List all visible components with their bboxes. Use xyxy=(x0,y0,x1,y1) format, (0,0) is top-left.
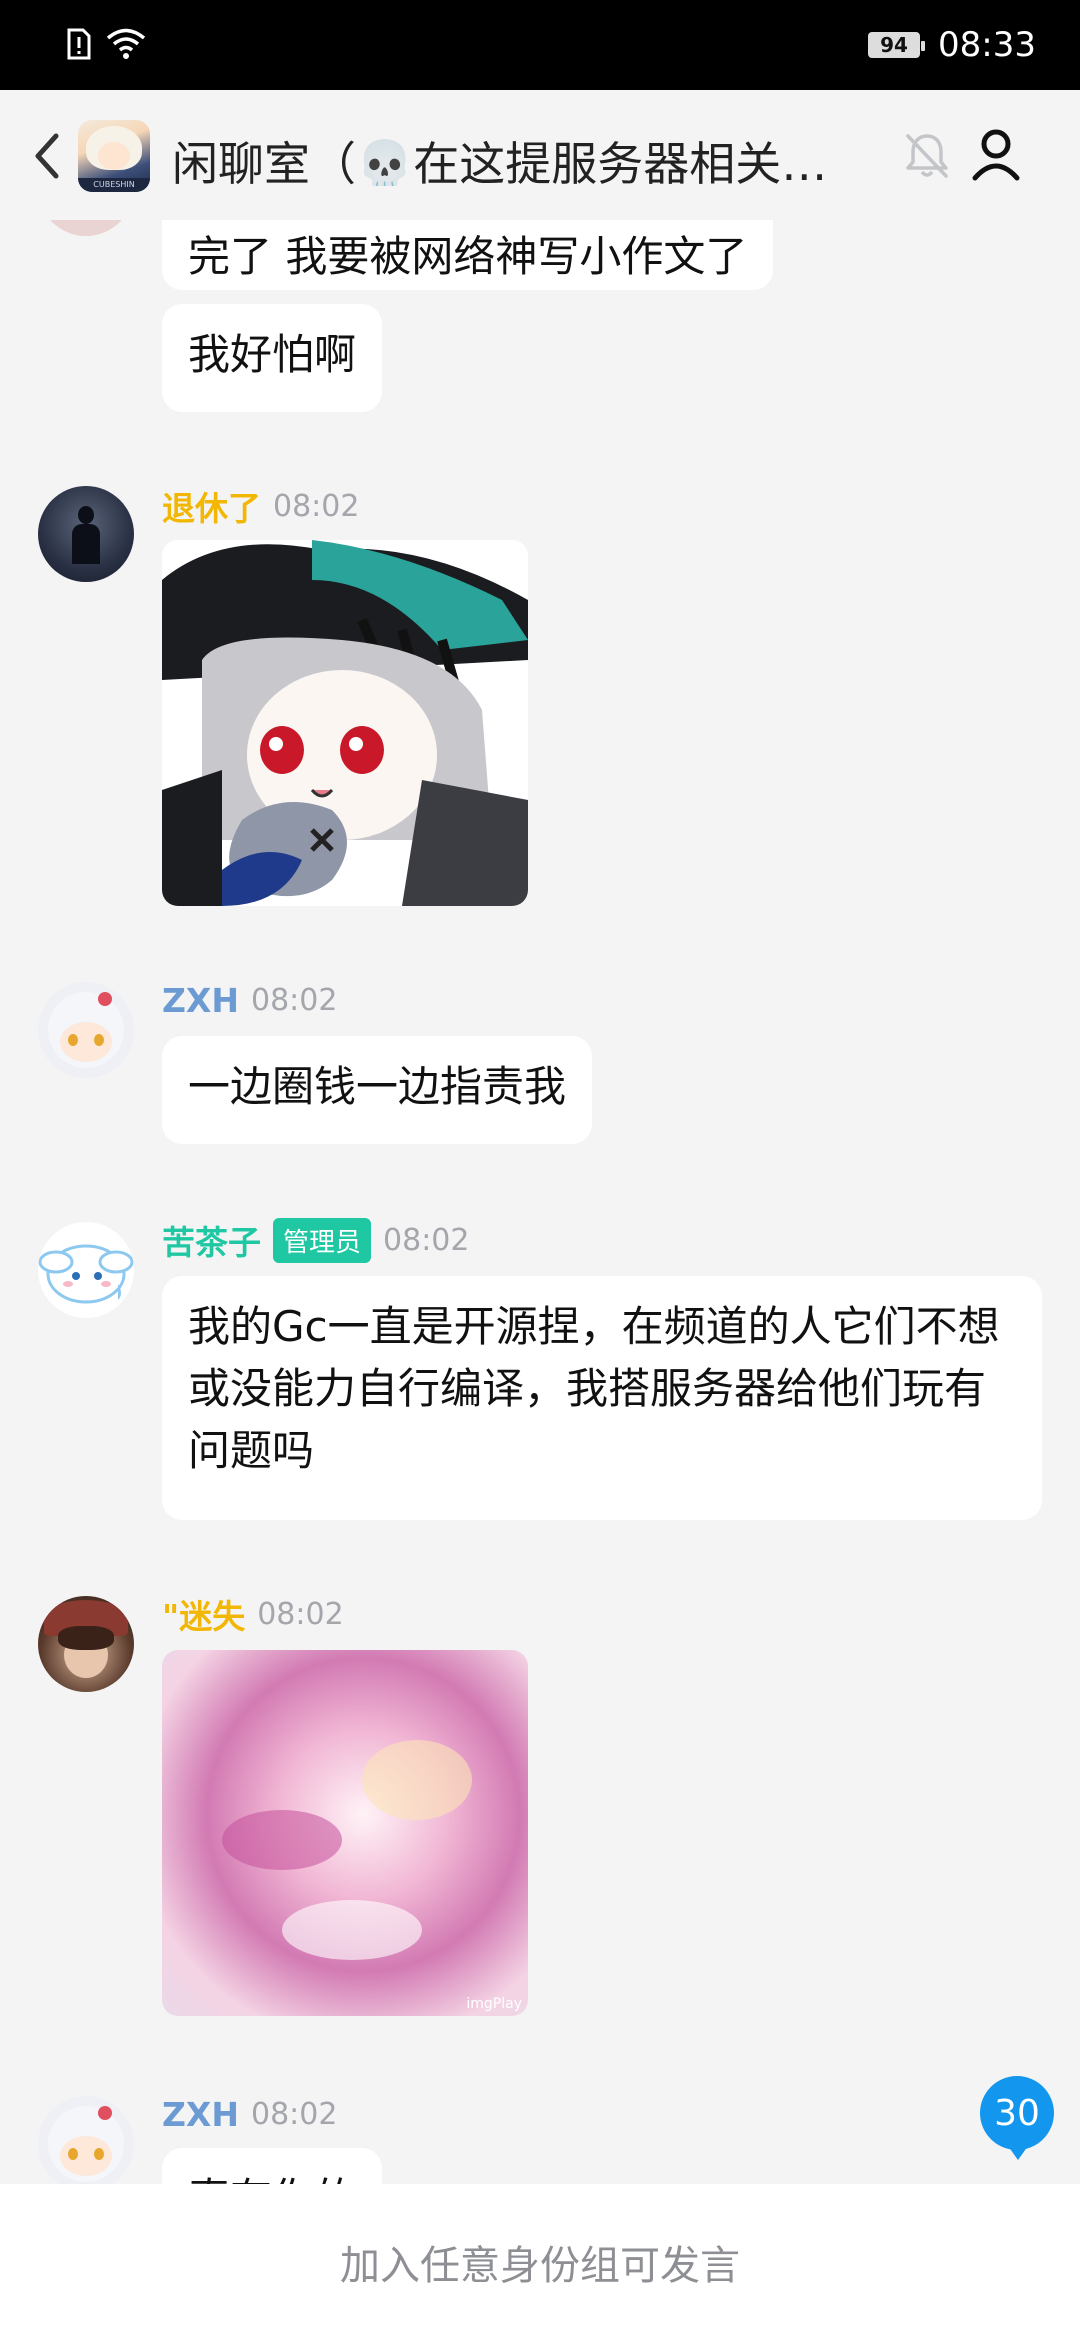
message-bubble[interactable]: 完了 我要被网络神写小作文了 xyxy=(162,220,774,290)
avatar[interactable] xyxy=(38,486,134,582)
message-list[interactable]: 完了 我要被网络神写小作文了 我好怕啊 退休了 08:02 ZXH 08:02 … xyxy=(0,220,1080,2184)
sender-name[interactable]: ZXH xyxy=(162,2095,239,2134)
animated-image[interactable]: imgPlay xyxy=(162,1650,528,2016)
sender-line: ZXH 08:02 xyxy=(162,978,337,1022)
sender-name[interactable]: 苦茶子 xyxy=(162,1216,261,1264)
avatar[interactable] xyxy=(38,220,134,236)
chat-header: CUBESHIN 闲聊室（💀在这提服务器相关问题的会被禁言） xyxy=(0,90,1080,220)
battery-icon: 94 xyxy=(868,32,926,58)
message-time: 08:02 xyxy=(251,2096,338,2132)
message-text: 真有你的 xyxy=(188,2174,356,2184)
wifi-icon xyxy=(106,28,146,59)
message-time: 08:02 xyxy=(273,488,360,524)
avatar[interactable] xyxy=(38,1596,134,1692)
avatar[interactable] xyxy=(38,1222,134,1318)
message-bubble[interactable]: 真有你的 xyxy=(162,2148,383,2184)
sender-line: "迷失 08:02 xyxy=(162,1590,344,1638)
status-right: 94 08:33 xyxy=(868,22,1036,68)
status-left-icons xyxy=(66,24,146,64)
message-text: 我好怕啊 xyxy=(188,330,357,379)
message-time: 08:02 xyxy=(383,1222,470,1258)
input-disabled-bar[interactable]: 加入任意身份组可发言 xyxy=(0,2184,1080,2340)
sender-line: 苦茶子 管理员 08:02 xyxy=(162,1216,470,1264)
message-time: 08:02 xyxy=(251,982,338,1018)
message-bubble[interactable]: 一边圈钱一边指责我 xyxy=(162,1036,593,1144)
message-bubble[interactable]: 我的Gc一直是开源捏，在频道的人它们不想或没能力自行编译，我搭服务器给他们玩有问… xyxy=(162,1276,1042,1520)
status-time: 08:33 xyxy=(938,25,1036,65)
member-icon[interactable] xyxy=(970,126,1022,184)
back-icon[interactable] xyxy=(28,126,68,186)
channel-title[interactable]: 闲聊室（💀在这提服务器相关问题的会被禁言） xyxy=(172,128,852,186)
message-bubble[interactable]: 我好怕啊 xyxy=(162,304,383,412)
image-watermark: imgPlay xyxy=(466,1996,522,2012)
sender-name[interactable]: 退休了 xyxy=(162,482,261,530)
sender-name[interactable]: "迷失 xyxy=(162,1590,245,1638)
message-text: 我的Gc一直是开源捏，在频道的人它们不想或没能力自行编译，我搭服务器给他们玩有问… xyxy=(188,1302,1000,1475)
battery-level: 94 xyxy=(880,33,908,57)
sender-line: ZXH 08:02 xyxy=(162,2092,337,2136)
message-text: 一边圈钱一边指责我 xyxy=(188,1062,567,1111)
sender-line: 退休了 08:02 xyxy=(162,482,360,530)
sim-alert-icon xyxy=(67,28,91,60)
status-bar: 94 08:33 xyxy=(0,0,1080,90)
channel-avatar[interactable]: CUBESHIN xyxy=(78,120,150,192)
avatar[interactable] xyxy=(38,2096,134,2184)
message-time: 08:02 xyxy=(257,1596,344,1632)
unread-count-button[interactable]: 30 xyxy=(980,2076,1054,2160)
admin-badge: 管理员 xyxy=(273,1217,372,1263)
avatar-label: CUBESHIN xyxy=(78,178,150,192)
unread-count: 30 xyxy=(994,2092,1040,2134)
sender-name[interactable]: ZXH xyxy=(162,981,239,1020)
cinnamoroll-avatar-icon xyxy=(38,1244,134,1304)
sticker-image[interactable] xyxy=(162,540,528,906)
message-text: 完了 我要被网络神写小作文了 xyxy=(188,232,748,281)
avatar[interactable] xyxy=(38,982,134,1078)
anime-girl-sticker xyxy=(162,540,528,906)
join-role-prompt: 加入任意身份组可发言 xyxy=(340,2243,740,2289)
bell-muted-icon[interactable] xyxy=(902,130,952,182)
